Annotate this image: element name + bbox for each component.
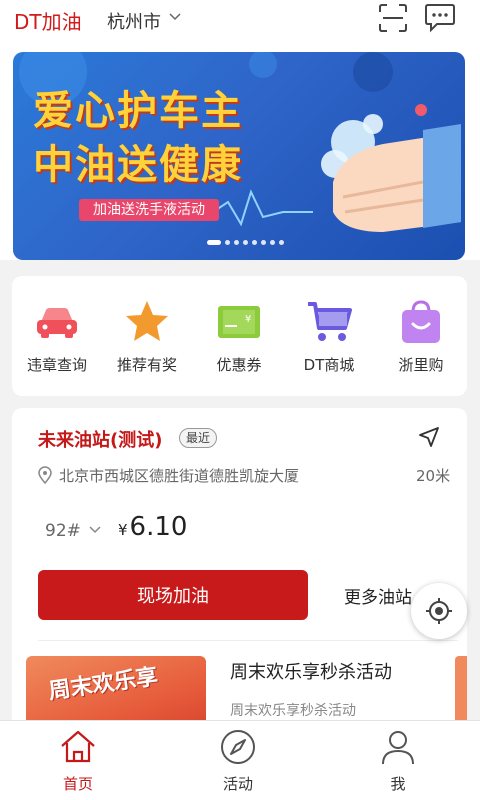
pagination-dot [234,239,239,245]
tab-label: 我 [390,775,406,793]
pagination-dot [252,239,257,245]
location-pin-icon [38,466,52,484]
pagination-dot [261,239,266,245]
compass-icon [221,730,255,764]
crosshair-locate-icon [426,598,452,624]
nearest-station-card: 未来油站(测试) 最近 北京市西城区德胜街道德胜凯旋大厦 20米 92# ¥6.… [12,408,467,728]
pagination-dot [207,239,221,245]
promo-title[interactable]: 周末欢乐享秒杀活动 [230,658,392,684]
locate-button[interactable] [411,583,467,639]
menu-label: 违章查询 [26,356,87,374]
pagination-dot [270,239,275,245]
navigation-arrow-icon[interactable] [418,426,440,448]
washing-hands-illustration [321,104,461,232]
quick-menu: 违章查询 推荐有奖 ¥ 优惠券 DT商城 浙里购 [12,276,467,396]
banner-title-line1: 爱心护车主 [33,88,243,134]
refuel-onsite-button[interactable]: 现场加油 [38,570,308,620]
fuel-price: ¥6.10 [118,512,187,542]
currency-symbol: ¥ [118,521,128,539]
station-name[interactable]: 未来油站(测试) [38,426,162,452]
banner-pagination [207,238,284,246]
coupon-icon: ¥ [218,306,260,338]
scan-icon[interactable] [378,3,408,33]
pagination-dot [279,239,284,245]
more-stations-link[interactable]: 更多油站 [344,583,412,608]
menu-item-mall[interactable]: DT商城 [284,298,374,378]
chevron-down-icon[interactable] [168,11,182,23]
pagination-dot [243,239,248,245]
city-selector[interactable]: 杭州市 [107,8,161,34]
user-icon [382,731,414,765]
banner-title-line2: 中油送健康 [33,142,243,188]
promo-banner[interactable]: 爱心护车主 中油送健康 加油送洗手液活动 [13,52,465,260]
star-icon [126,301,168,341]
home-icon [61,730,95,763]
promo-subtitle: 周末欢乐享秒杀活动 [230,703,356,719]
menu-item-referral[interactable]: 推荐有奖 [102,298,192,378]
svg-text:¥: ¥ [245,314,251,325]
pagination-dot [225,239,230,245]
menu-item-zheli-shopping[interactable]: 浙里购 [376,298,466,378]
menu-item-violation[interactable]: 违章查询 [12,298,102,378]
fuel-grade-selector[interactable]: 92# [45,521,81,541]
divider [38,640,458,641]
menu-label: 优惠券 [216,356,262,374]
cart-icon [308,302,352,341]
tab-me[interactable]: 我 [358,727,438,797]
promo-thumbnail-text: 周末欢乐享 [47,664,160,705]
app-brand: DT加油 [14,10,82,34]
tab-activity[interactable]: 活动 [198,727,278,797]
price-value: 6.10 [129,512,188,542]
tab-label: 首页 [62,775,93,793]
shopping-bag-icon [402,300,440,343]
promo-thumbnail[interactable]: 周末欢乐享 [26,656,206,728]
menu-label: DT商城 [303,356,355,374]
station-address: 北京市西城区德胜街道德胜凯旋大厦 [59,467,300,485]
chevron-down-icon[interactable] [88,525,102,535]
car-icon [37,308,77,338]
message-icon[interactable] [423,3,457,33]
top-bar: DT加油 杭州市 [0,0,480,40]
station-distance: 20米 [416,467,451,485]
menu-label: 推荐有奖 [116,356,177,374]
menu-item-coupon[interactable]: ¥ 优惠券 [194,298,284,378]
banner-subtitle: 加油送洗手液活动 [79,199,219,221]
next-promo-peek[interactable] [455,656,467,728]
tab-home[interactable]: 首页 [38,727,118,797]
nearest-badge: 最近 [179,428,218,448]
bottom-tab-bar: 首页 活动 我 [0,720,480,800]
tab-label: 活动 [222,775,253,793]
menu-label: 浙里购 [398,356,444,374]
